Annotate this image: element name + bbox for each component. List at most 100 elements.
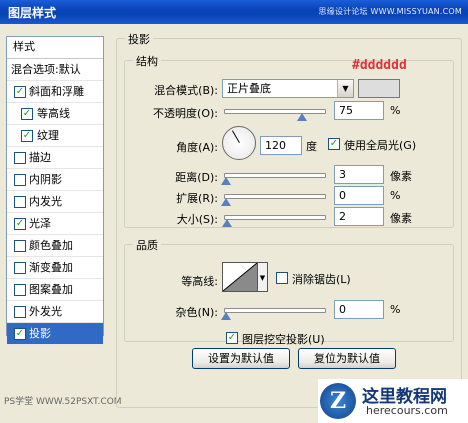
- contour-preview[interactable]: [222, 262, 258, 292]
- angle-dial[interactable]: [222, 126, 256, 160]
- opacity-unit: %: [390, 104, 401, 117]
- style-item-checkbox[interactable]: ✓: [14, 86, 26, 98]
- distance-label: 距离(D):: [175, 171, 218, 184]
- size-slider[interactable]: [222, 215, 326, 227]
- title-watermark: 思缘设计论坛 WWW.MISSYUAN.COM: [318, 7, 462, 16]
- style-item-checkbox[interactable]: [14, 152, 26, 164]
- style-item-label: 投影: [29, 327, 51, 340]
- style-item[interactable]: ✓ 光泽: [7, 213, 103, 235]
- global-light-check[interactable]: ✓: [328, 138, 340, 150]
- style-item-checkbox[interactable]: [14, 196, 26, 208]
- brand-url: herecours.com: [366, 404, 448, 417]
- distance-input[interactable]: 3: [334, 165, 384, 184]
- noise-slider[interactable]: [221, 308, 326, 320]
- quality-title: 品质: [133, 237, 161, 253]
- contour-dropdown-icon[interactable]: ▼: [258, 262, 268, 292]
- knockout-label: 图层挖空投影(U): [242, 333, 325, 346]
- blend-mode-label: 混合模式(B):: [154, 84, 218, 97]
- layer-style-dialog: 样式 混合选项:默认 ✓ 斜面和浮雕 ✓ 等高线 ✓ 纹理 描边 内阴影 内发光 ✓ 光泽 颜色叠加 渐变…: [0, 24, 468, 423]
- style-item-checkbox[interactable]: ✓: [14, 328, 26, 340]
- style-item[interactable]: ✓ 投影: [7, 323, 103, 345]
- style-item[interactable]: 渐变叠加: [7, 257, 103, 279]
- style-list-header[interactable]: 样式: [7, 37, 103, 59]
- size-label: 大小(S):: [176, 213, 218, 226]
- style-item[interactable]: 颜色叠加: [7, 235, 103, 257]
- contour-curve-icon: [222, 262, 258, 292]
- distance-slider[interactable]: [221, 173, 326, 185]
- quality-group: 品质: [124, 237, 454, 342]
- title-bar: 图层样式 思缘设计论坛 WWW.MISSYUAN.COM: [0, 0, 468, 24]
- style-item-label: 内发光: [29, 195, 62, 208]
- knockout-check[interactable]: ✓: [226, 332, 238, 344]
- style-item-checkbox[interactable]: ✓: [21, 108, 33, 120]
- knockout-checkbox[interactable]: ✓ 图层挖空投影(U): [226, 331, 346, 347]
- style-item-label: 光泽: [29, 217, 51, 230]
- style-item[interactable]: 混合选项:默认: [7, 59, 103, 81]
- opacity-label: 不透明度(O):: [153, 107, 218, 120]
- antialias-label: 消除锯齿(L): [292, 273, 351, 286]
- style-item[interactable]: 内阴影: [7, 169, 103, 191]
- style-item[interactable]: 描边: [7, 147, 103, 169]
- style-item[interactable]: 内发光: [7, 191, 103, 213]
- chevron-down-icon[interactable]: ▼: [337, 80, 353, 97]
- brand-watermark: Z 这里教程网 herecours.com: [318, 379, 468, 423]
- style-items: 混合选项:默认 ✓ 斜面和浮雕 ✓ 等高线 ✓ 纹理 描边 内阴影 内发光 ✓ 光泽 颜色叠加 渐变叠加图…: [7, 59, 103, 345]
- angle-dial-needle: [232, 130, 240, 143]
- opacity-slider-thumb[interactable]: [296, 113, 307, 121]
- angle-input[interactable]: 120: [260, 136, 302, 155]
- antialias-check[interactable]: [276, 272, 288, 284]
- style-item-label: 图案叠加: [29, 283, 73, 296]
- distance-slider-thumb[interactable]: [221, 177, 231, 185]
- style-item[interactable]: 外发光: [7, 301, 103, 323]
- shadow-color-hex: #dddddd: [352, 58, 407, 73]
- noise-slider-thumb[interactable]: [221, 312, 231, 320]
- make-default-button[interactable]: 设置为默认值: [192, 348, 290, 369]
- global-light-checkbox[interactable]: ✓ 使用全局光(G): [328, 137, 438, 153]
- distance-unit: 像素: [390, 170, 412, 183]
- angle-unit: 度: [306, 140, 317, 153]
- spread-label: 扩展(R):: [176, 192, 218, 205]
- opacity-slider[interactable]: [224, 109, 326, 121]
- noise-input[interactable]: 0: [334, 300, 384, 319]
- shadow-color-swatch[interactable]: [358, 79, 400, 98]
- ps-logo: PS学堂 WWW.52PSXT.COM: [4, 397, 122, 407]
- style-item-label: 斜面和浮雕: [29, 85, 84, 98]
- style-list: 样式 混合选项:默认 ✓ 斜面和浮雕 ✓ 等高线 ✓ 纹理 描边 内阴影 内发光 ✓ 光泽 颜色叠加 渐变…: [6, 36, 104, 345]
- noise-label: 杂色(N):: [175, 306, 218, 319]
- style-item-checkbox[interactable]: [14, 174, 26, 186]
- window-title: 图层样式: [8, 6, 57, 20]
- blend-mode-select[interactable]: 正片叠底 ▼: [222, 79, 354, 98]
- spread-slider[interactable]: [221, 194, 326, 206]
- style-item-checkbox[interactable]: ✓: [14, 218, 26, 230]
- noise-unit: %: [390, 303, 401, 316]
- style-item-checkbox[interactable]: [14, 284, 26, 296]
- opacity-input[interactable]: 75: [334, 101, 384, 120]
- spread-input[interactable]: 0: [334, 186, 384, 205]
- style-item-checkbox[interactable]: [14, 306, 26, 318]
- style-item[interactable]: ✓ 等高线: [7, 103, 103, 125]
- blend-mode-value: 正片叠底: [227, 82, 271, 95]
- antialias-checkbox[interactable]: 消除锯齿(L): [276, 271, 376, 287]
- global-light-label: 使用全局光(G): [344, 139, 417, 152]
- style-item-checkbox[interactable]: [14, 240, 26, 252]
- style-item-label: 纹理: [37, 129, 59, 142]
- size-unit: 像素: [390, 212, 412, 225]
- style-item-label: 颜色叠加: [29, 239, 73, 252]
- structure-title: 结构: [133, 53, 161, 69]
- contour-label: 等高线:: [181, 275, 218, 288]
- spread-slider-thumb[interactable]: [221, 198, 231, 206]
- style-item-label: 渐变叠加: [29, 261, 73, 274]
- style-item-label: 混合选项:默认: [11, 63, 81, 76]
- reset-default-button[interactable]: 复位为默认值: [298, 348, 396, 369]
- style-item-label: 外发光: [29, 305, 62, 318]
- size-slider-thumb[interactable]: [222, 219, 232, 227]
- style-item[interactable]: ✓ 纹理: [7, 125, 103, 147]
- style-item-checkbox[interactable]: ✓: [21, 130, 33, 142]
- brand-logo-icon: Z: [320, 383, 356, 419]
- style-item[interactable]: 图案叠加: [7, 279, 103, 301]
- angle-label: 角度(A):: [176, 141, 218, 154]
- size-input[interactable]: 2: [334, 207, 384, 226]
- style-item[interactable]: ✓ 斜面和浮雕: [7, 81, 103, 103]
- style-item-label: 描边: [29, 151, 51, 164]
- style-item-checkbox[interactable]: [14, 262, 26, 274]
